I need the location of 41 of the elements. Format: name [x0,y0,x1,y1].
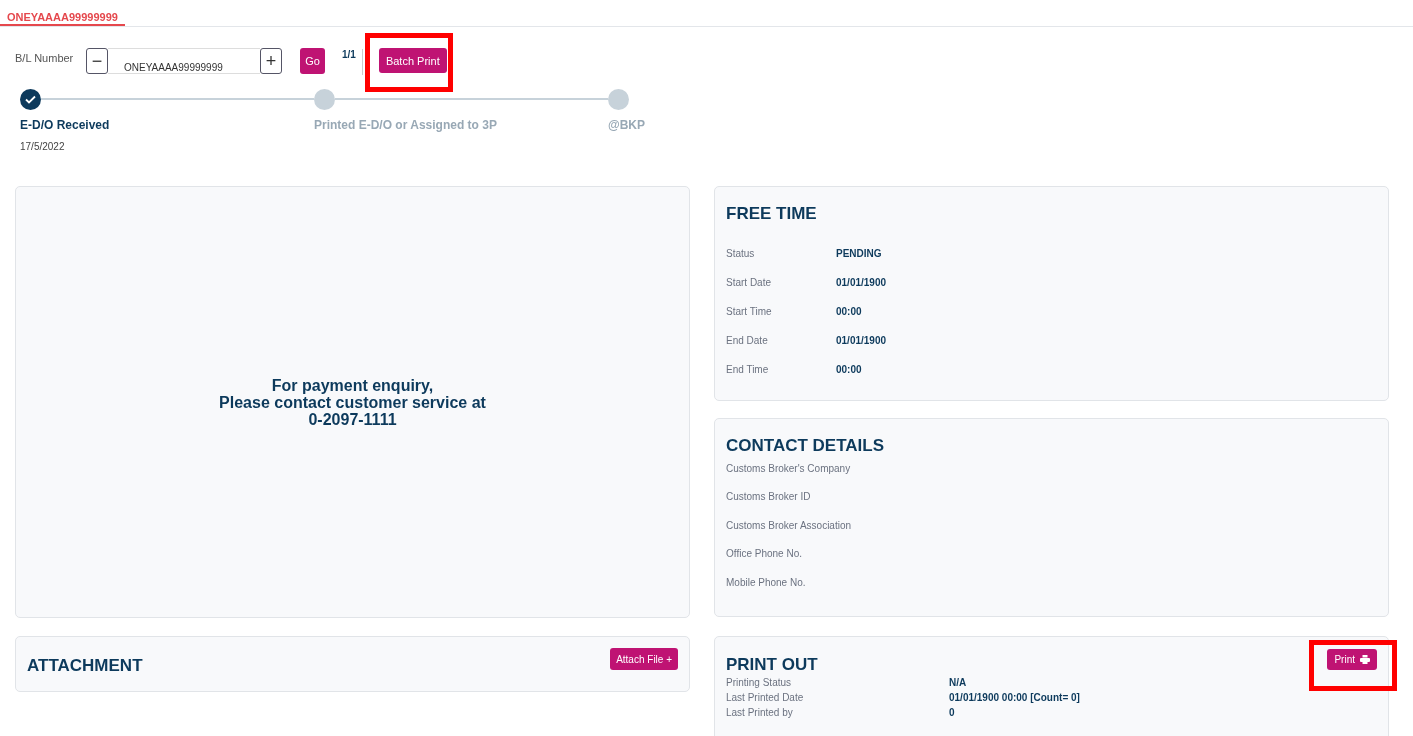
field-value: PENDING [836,248,882,259]
field-value: 01/01/1900 00:00 [Count= 0] [949,692,1080,703]
field-label: Status [726,248,756,259]
field-value: 00:00 [836,306,862,317]
card-title: FREE TIME [726,204,818,224]
decrement-button[interactable]: − [86,48,108,74]
payment-notice: For payment enquiry, Please contact customer service at 0-2097-1111 [219,376,486,428]
printer-icon [1360,655,1370,664]
bl-tab[interactable]: ONEYAAAA99999999 [0,0,125,26]
step-label: Printed E-D/O or Assigned to 3P [314,118,498,132]
field-label: End Date [726,335,769,346]
field-label: Last Printed Date [726,692,805,703]
field-label: Customs Broker Association [726,519,852,531]
field-label: Printing Status [726,677,793,688]
field-label: Start Date [726,277,773,288]
card-title: ATTACHMENT [27,656,143,676]
field-label: Mobile Phone No. [726,576,806,588]
page-count: 1/1 [342,49,363,75]
field-label: Office Phone No. [726,548,802,559]
batch-print-button[interactable]: Batch Print [378,48,447,73]
step-label: E-D/O Received [20,118,111,132]
step-label: @BKP [608,118,646,132]
print-button[interactable]: Print [1327,649,1377,670]
bl-number-field[interactable]: ONEYAAAA99999999 [108,48,260,74]
field-label: Customs Broker's Company [726,462,851,474]
field-value: 01/01/1900 [836,277,887,288]
field-value: 01/01/1900 [836,335,887,346]
field-value: N/A [949,677,967,688]
field-value: 0 [949,707,955,718]
go-button[interactable]: Go [300,48,325,74]
attach-file-button[interactable]: Attach File + [610,648,678,670]
step-date: 17/5/2022 [20,141,66,152]
card-title: CONTACT DETAILS [726,435,886,456]
bl-number-label: B/L Number [15,52,75,64]
card-title: PRINT OUT [726,655,818,675]
field-value: 00:00 [836,364,862,375]
increment-button[interactable]: + [260,48,282,74]
field-label: Customs Broker ID [726,491,811,502]
field-label: End Time [726,364,770,375]
field-label: Start Time [726,306,773,317]
field-label: Last Printed by [726,707,794,718]
